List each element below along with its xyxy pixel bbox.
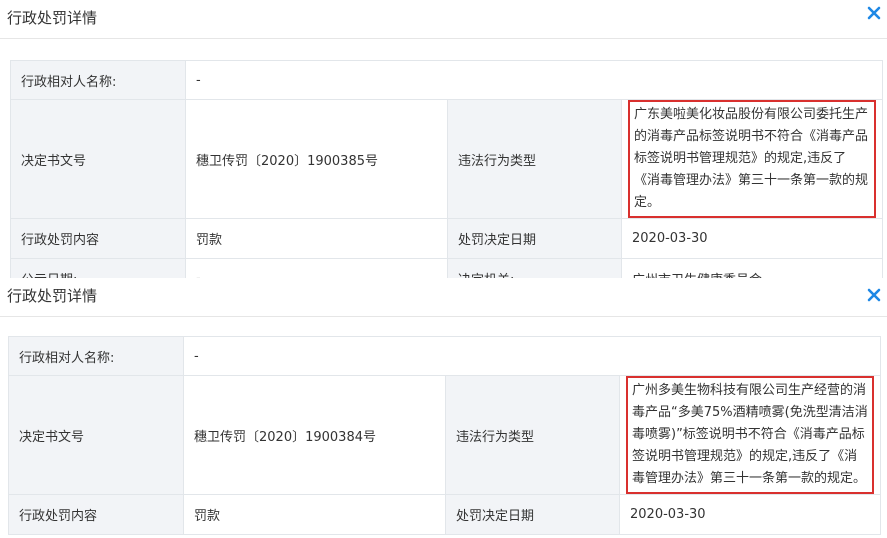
value-decision-no: 穗卫传罚〔2020〕1900385号	[185, 99, 448, 219]
panel-title: 行政处罚详情	[7, 9, 98, 27]
close-icon[interactable]	[867, 288, 881, 302]
highlight-box: 广州多美生物科技有限公司生产经营的消毒产品“多美75%酒精喷雾(免洗型清洁消毒喷…	[626, 376, 875, 494]
detail-table: 行政相对人名称: - 决定书文号 穗卫传罚〔2020〕1900384号 违法行为…	[8, 336, 882, 535]
panel-header: 行政处罚详情	[0, 278, 887, 317]
value-party-name: -	[182, 336, 882, 376]
table-row: 决定书文号 穗卫传罚〔2020〕1900384号 违法行为类型 广州多美生物科技…	[8, 375, 882, 495]
table-row: 行政相对人名称: -	[8, 336, 882, 376]
label-penalty-content: 行政处罚内容	[10, 218, 186, 259]
value-violation-type-cell: 广州多美生物科技有限公司生产经营的消毒产品“多美75%酒精喷雾(免洗型清洁消毒喷…	[618, 375, 882, 495]
label-penalty-content: 行政处罚内容	[8, 494, 184, 535]
penalty-detail-panel-2: 行政处罚详情 行政相对人名称: - 决定书文号 穗卫传罚〔2020〕190038…	[0, 278, 887, 538]
value-penalty-content: 罚款	[185, 218, 448, 259]
table-row: 行政处罚内容 罚款 处罚决定日期 2020-03-30	[10, 218, 884, 259]
value-decision-date: 2020-03-30	[618, 494, 882, 535]
close-icon[interactable]	[867, 6, 881, 20]
table-row: 决定书文号 穗卫传罚〔2020〕1900385号 违法行为类型 广东美啦美化妆品…	[10, 99, 884, 219]
label-decision-date: 处罚决定日期	[445, 494, 620, 535]
table-row: 行政处罚内容 罚款 处罚决定日期 2020-03-30	[8, 494, 882, 535]
panel-header: 行政处罚详情	[0, 0, 887, 39]
value-violation-type-cell: 广东美啦美化妆品股份有限公司委托生产的消毒产品标签说明书不符合《消毒产品标签说明…	[620, 99, 884, 219]
label-decision-date: 处罚决定日期	[447, 218, 622, 259]
detail-table: 行政相对人名称: - 决定书文号 穗卫传罚〔2020〕1900385号 违法行为…	[10, 60, 884, 298]
label-party-name: 行政相对人名称:	[8, 336, 184, 376]
label-decision-no: 决定书文号	[8, 375, 184, 495]
label-party-name: 行政相对人名称:	[10, 60, 186, 100]
panel-title: 行政处罚详情	[7, 287, 98, 305]
value-penalty-content: 罚款	[183, 494, 446, 535]
table-row: 行政相对人名称: -	[10, 60, 884, 100]
label-decision-no: 决定书文号	[10, 99, 186, 219]
penalty-detail-panel-1: 行政处罚详情 行政相对人名称: - 决定书文号 穗卫传罚〔2020〕190038…	[0, 0, 887, 298]
value-decision-no: 穗卫传罚〔2020〕1900384号	[183, 375, 446, 495]
highlight-box: 广东美啦美化妆品股份有限公司委托生产的消毒产品标签说明书不符合《消毒产品标签说明…	[628, 100, 877, 218]
value-decision-date: 2020-03-30	[620, 218, 884, 259]
label-violation-type: 违法行为类型	[445, 375, 620, 495]
label-violation-type: 违法行为类型	[447, 99, 622, 219]
value-party-name: -	[184, 60, 884, 100]
